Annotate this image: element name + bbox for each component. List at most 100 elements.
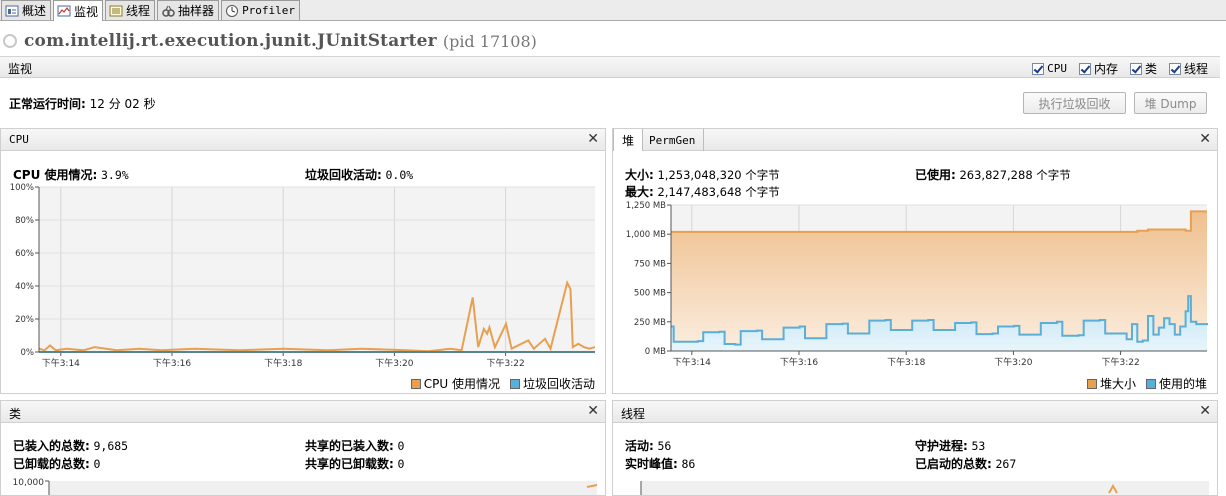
y-tick-label: 1,250 MB: [626, 201, 666, 211]
classes-chart-plot: [49, 481, 597, 495]
y-tick-label: 20%: [15, 315, 34, 325]
uptime-value: 12 分 02 秒: [89, 97, 156, 111]
legend-gc-swatch: [509, 379, 520, 389]
shared-unloaded-stat: 共享的已卸载数: 0: [305, 455, 404, 472]
monitor-section-title: 监视: [8, 62, 33, 76]
x-tick-label: 下午3:16: [780, 356, 818, 368]
checkbox-memory-label: 内存: [1093, 62, 1118, 76]
perform-gc-button[interactable]: 执行垃圾回收: [1023, 92, 1126, 114]
close-icon[interactable]: ✕: [587, 131, 599, 147]
cpu-chart: 下午3:14 下午3:16 下午3:18 下午3:20 下午3:22 0% 20% 40% 60…: [10, 183, 596, 369]
legend-heap-size-label: 堆大小: [1099, 377, 1136, 391]
daemon-threads-label: 守护进程:: [915, 439, 968, 453]
sampler-icon: [162, 5, 175, 17]
heap-used-value: 263,827,288 个字节: [959, 168, 1071, 182]
y-tick-label: 250 MB: [634, 318, 666, 328]
app-title: com.intellij.rt.execution.junit.JUnitSta…: [24, 31, 437, 51]
y-tick-label: 40%: [15, 282, 34, 292]
heap-max-label: 最大:: [625, 185, 654, 199]
legend-cpu-swatch: [410, 379, 421, 389]
y-tick-label: 80%: [15, 216, 34, 226]
heap-legend: 堆大小 使用的堆: [1086, 375, 1207, 392]
threads-panel-title: 线程: [621, 407, 646, 421]
close-icon[interactable]: ✕: [587, 403, 599, 419]
uptime: 正常运行时间: 12 分 02 秒: [9, 95, 156, 112]
cpu-usage-value: 3.9%: [100, 168, 129, 182]
heap-size-stat: 大小: 1,253,048,320 个字节: [625, 166, 780, 183]
legend-heap-size-swatch: [1086, 379, 1097, 389]
legend-heap-used-label: 使用的堆: [1158, 377, 1207, 391]
classes-panel: 类 ✕ 已装入的总数: 9,685 已卸载的总数: 0 共享的已装入数: 0 共…: [0, 400, 606, 496]
legend-gc-label: 垃圾回收活动: [522, 377, 595, 391]
threads-panel: 线程 ✕ 活动: 56 实时峰值: 86 守护进程: 53 已启动的总数: 26…: [612, 400, 1218, 496]
checkbox-classes[interactable]: 类: [1129, 60, 1157, 77]
gc-activity-value: 0.0%: [385, 168, 414, 182]
heap-chart: 下午3:14 下午3:16 下午3:18 下午3:20 下午3:22 0 MB 250 MB…: [626, 201, 1208, 368]
cpu-panel-header: CPU ✕: [1, 129, 605, 151]
uptime-label: 正常运行时间:: [9, 97, 86, 111]
status-indicator-icon: [3, 34, 17, 48]
checkbox-threads-box[interactable]: [1168, 62, 1181, 75]
legend-gc-activity: 垃圾回收活动: [509, 375, 595, 392]
x-tick-label: 下午3:14: [42, 357, 80, 369]
classes-ytick-label: 10,000: [13, 478, 45, 488]
tab-overview-label: 概述: [22, 4, 47, 18]
threads-chart: [640, 481, 1209, 495]
threads-chart-plot: [641, 481, 1209, 495]
y-tick-label: 0%: [21, 348, 35, 358]
classes-panel-header: 类 ✕: [1, 401, 605, 423]
checkbox-memory[interactable]: 内存: [1078, 60, 1118, 77]
checkbox-cpu-label: CPU: [1047, 62, 1067, 75]
close-icon[interactable]: ✕: [1199, 403, 1211, 419]
heap-size-label: 大小:: [625, 168, 654, 182]
heap-panel: 堆 PermGen ✕ 大小: 1,253,048,320 个字节 最大: 2,…: [612, 128, 1218, 394]
classes-chart: 10,000: [13, 478, 598, 495]
x-tick-label: 下午3:20: [375, 357, 413, 369]
tab-threads[interactable]: 线程: [105, 0, 156, 20]
x-tick-label: 下午3:18: [264, 357, 302, 369]
shared-unloaded-value: 0: [397, 457, 405, 471]
checkbox-cpu[interactable]: CPU: [1032, 60, 1067, 77]
tab-profiler[interactable]: Profiler: [221, 0, 301, 20]
x-tick-label: 下午3:20: [994, 356, 1032, 368]
tab-permgen[interactable]: PermGen: [641, 129, 705, 151]
peak-threads-value: 86: [681, 457, 696, 471]
legend-heap-used: 使用的堆: [1145, 375, 1207, 392]
x-tick-label: 下午3:16: [153, 357, 191, 369]
checkbox-cpu-box[interactable]: [1032, 62, 1045, 75]
checkbox-classes-box[interactable]: [1129, 62, 1142, 75]
monitor-section-bar: 监视 CPU 内存 类 线程: [0, 56, 1220, 78]
checkbox-threads[interactable]: 线程: [1168, 60, 1208, 77]
profiler-icon: [226, 4, 239, 17]
threads-panel-header: 线程 ✕: [613, 401, 1217, 423]
heap-used-label: 已使用:: [915, 168, 956, 182]
legend-heap-used-swatch: [1145, 379, 1156, 389]
unloaded-classes-value: 0: [93, 457, 101, 471]
peak-threads-label: 实时峰值:: [625, 457, 678, 471]
checkbox-threads-label: 线程: [1183, 62, 1208, 76]
x-tick-label: 下午3:14: [673, 356, 711, 368]
shared-loaded-value: 0: [397, 439, 405, 453]
tab-monitor[interactable]: 监视: [53, 0, 104, 21]
x-tick-label: 下午3:22: [486, 357, 524, 369]
x-tick-label: 下午3:18: [887, 356, 925, 368]
unloaded-classes-stat: 已卸载的总数: 0: [13, 455, 100, 472]
y-tick-label: 500 MB: [634, 289, 666, 299]
started-threads-value: 267: [995, 457, 1017, 471]
legend-heap-size: 堆大小: [1086, 375, 1136, 392]
monitor-icon: [57, 5, 71, 17]
y-tick-label: 60%: [15, 249, 34, 259]
tab-overview[interactable]: 概述: [1, 0, 52, 20]
app-title-row: com.intellij.rt.execution.junit.JUnitSta…: [2, 30, 537, 52]
live-threads-label: 活动:: [625, 439, 654, 453]
close-icon[interactable]: ✕: [1199, 131, 1211, 147]
tab-heap[interactable]: 堆: [613, 129, 644, 151]
tab-sampler[interactable]: 抽样器: [157, 0, 220, 20]
checkbox-memory-box[interactable]: [1078, 62, 1091, 75]
shared-loaded-stat: 共享的已装入数: 0: [305, 437, 404, 454]
overview-icon: [5, 5, 19, 16]
loaded-classes-value: 9,685: [93, 439, 129, 453]
heap-dump-button[interactable]: 堆 Dump: [1134, 92, 1207, 114]
cpu-usage-label: CPU 使用情况:: [13, 168, 98, 182]
daemon-threads-stat: 守护进程: 53: [915, 437, 985, 454]
